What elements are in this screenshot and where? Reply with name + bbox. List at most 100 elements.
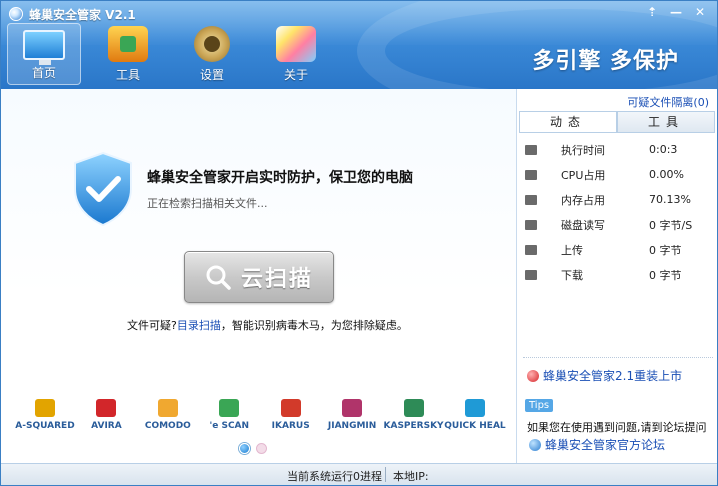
directory-scan-link[interactable]: 目录扫描 [177, 319, 221, 332]
monitor-icon [23, 30, 65, 65]
carousel-dot-1[interactable] [239, 443, 250, 454]
protection-headline: 蜂巢安全管家开启实时防护，保卫您的电脑 [147, 170, 413, 186]
process-count-text: 当前系统运行0进程 [287, 470, 382, 483]
stat-label: 上传 [561, 243, 583, 257]
minimize-button[interactable]: — [665, 3, 687, 21]
download-icon [525, 269, 537, 280]
main-nav: 首页 工具 设置 关于 [7, 23, 333, 85]
news-text: 蜂巢安全管家2.1重装上市 [543, 369, 683, 383]
forum-text: 蜂巢安全管家官方论坛 [545, 438, 666, 452]
stat-row-download: 下载 0 字节 [523, 262, 711, 287]
stat-value: 70.13% [649, 193, 691, 206]
app-title: 蜂巢安全管家 V2.1 [29, 7, 136, 22]
title-bar: 蜂巢安全管家 V2.1 [9, 6, 136, 22]
cpu-icon [525, 169, 537, 180]
forum-link[interactable]: 蜂巢安全管家官方论坛 [529, 436, 665, 453]
main-panel: 蜂巢安全管家开启实时防护，保卫您的电脑 正在检索扫描相关文件... 云扫描 文件… [1, 89, 517, 463]
partner-name: QUICK HEAL [444, 421, 506, 431]
stat-row-disk: 磁盘读写 0 字节/S [523, 212, 711, 237]
slogan: 多引擎 多保护 [532, 49, 679, 74]
stat-row-upload: 上传 0 字节 [523, 237, 711, 262]
divider [523, 357, 713, 358]
carousel-dot-2[interactable] [256, 443, 267, 454]
tab-tools[interactable]: 工具 [617, 111, 715, 132]
partner-name: AVIRA [91, 421, 122, 431]
stat-label: 下载 [561, 268, 583, 282]
shield-check-icon [74, 151, 132, 227]
stat-row-memory: 内存占用 70.13% [523, 187, 711, 212]
local-ip-text: 本地IP: [393, 470, 429, 483]
partner-name: COMODO [144, 421, 191, 431]
partner-name: 'e SCAN [209, 421, 250, 431]
app-window: 蜂巢安全管家 V2.1 ⇡ — ✕ 首页 工具 设置 关于 多引擎 多保护 蜂巢… [0, 0, 718, 486]
kaspersky-logo-icon [403, 399, 424, 417]
nav-label-home: 首页 [31, 66, 56, 80]
stat-value: 0.00% [649, 168, 684, 181]
stat-row-cpu: CPU占用 0.00% [523, 162, 711, 187]
header: 蜂巢安全管家 V2.1 ⇡ — ✕ 首页 工具 设置 关于 多引擎 多保护 [1, 1, 717, 89]
stat-label: 内存占用 [561, 193, 605, 207]
clock-icon [525, 144, 537, 155]
scan-hint: 文件可疑?目录扫描，智能识别病毒木马，为您排除疑虑。 [127, 317, 408, 333]
ikarus-logo-icon [280, 399, 301, 417]
partner-name: KASPERSKY [383, 421, 444, 431]
scan-status-text: 正在检索扫描相关文件... [147, 197, 268, 210]
nav-label-settings: 设置 [199, 68, 224, 82]
avira-logo-icon [96, 399, 117, 417]
jiangmin-logo-icon [342, 399, 363, 417]
gear-icon [194, 26, 230, 62]
nav-item-tools[interactable]: 工具 [91, 23, 165, 85]
hint-prefix: 文件可疑? [127, 319, 177, 332]
nav-item-about[interactable]: 关于 [259, 23, 333, 85]
quick-heal-logo-icon [464, 399, 485, 417]
partner-quick-heal[interactable]: QUICK HEAL [444, 399, 506, 431]
status-divider [385, 467, 386, 482]
app-logo-icon [9, 7, 23, 21]
chart-icon [276, 26, 316, 62]
partner-name: JIANGMIN [327, 421, 377, 431]
disk-icon [525, 219, 537, 230]
tips-badge: Tips [525, 399, 554, 412]
cloud-scan-label: 云扫描 [240, 267, 313, 292]
partner-avira[interactable]: AVIRA [76, 399, 136, 431]
partner-name: A-SQUARED [15, 421, 75, 431]
upload-icon [525, 244, 537, 255]
window-controls: ⇡ — ✕ [641, 3, 711, 21]
stat-value: 0 字节 [649, 243, 682, 257]
status-bar: 当前系统运行0进程 本地IP: [1, 463, 717, 485]
stat-value: 0 字节/S [649, 218, 693, 232]
stat-row-runtime: 执行时间 0:0:3 [523, 137, 711, 162]
partner-a-squared[interactable]: A-SQUARED [15, 399, 75, 431]
tips-text: 如果您在使用遇到问题,请到论坛提问 [527, 421, 707, 434]
tab-activity[interactable]: 动态 [519, 111, 617, 132]
pin-icon [527, 369, 539, 382]
partner-kaspersky[interactable]: KASPERSKY [384, 399, 444, 431]
right-panel: 可疑文件隔离(0) 动态 工具 执行时间 0:0:3 CPU占用 0.00% 内… [517, 89, 717, 463]
stat-label: 执行时间 [561, 143, 605, 157]
stat-label: CPU占用 [561, 168, 606, 182]
close-button[interactable]: ✕ [689, 3, 711, 21]
partner-comodo[interactable]: COMODO [138, 399, 198, 431]
engine-partners: A-SQUARED AVIRA COMODO 'e SCAN IKARUS JI… [15, 399, 506, 431]
quarantine-link[interactable]: 可疑文件隔离(0) [627, 94, 709, 110]
stat-label: 磁盘读写 [561, 218, 605, 232]
nav-label-tools: 工具 [115, 68, 140, 82]
globe-icon [529, 438, 541, 451]
nav-item-home[interactable]: 首页 [7, 23, 81, 85]
hint-suffix: ，智能识别病毒木马，为您排除疑虑。 [220, 319, 408, 332]
memory-icon [525, 194, 537, 205]
system-stats: 执行时间 0:0:3 CPU占用 0.00% 内存占用 70.13% 磁盘读写 … [523, 137, 711, 287]
stat-value: 0:0:3 [649, 143, 678, 156]
nav-item-settings[interactable]: 设置 [175, 23, 249, 85]
partner-jiangmin[interactable]: JIANGMIN [322, 399, 382, 431]
news-link[interactable]: 蜂巢安全管家2.1重装上市 [527, 367, 682, 384]
cloud-scan-button[interactable]: 云扫描 [184, 251, 334, 303]
comodo-logo-icon [157, 399, 178, 417]
toolbox-icon [108, 26, 148, 62]
partner-ikarus[interactable]: IKARUS [261, 399, 321, 431]
right-tabs: 动态 工具 [519, 111, 715, 133]
escan-logo-icon [219, 399, 240, 417]
skin-button[interactable]: ⇡ [641, 3, 663, 21]
magnifier-icon [206, 265, 231, 290]
partner-escan[interactable]: 'e SCAN [199, 399, 259, 431]
